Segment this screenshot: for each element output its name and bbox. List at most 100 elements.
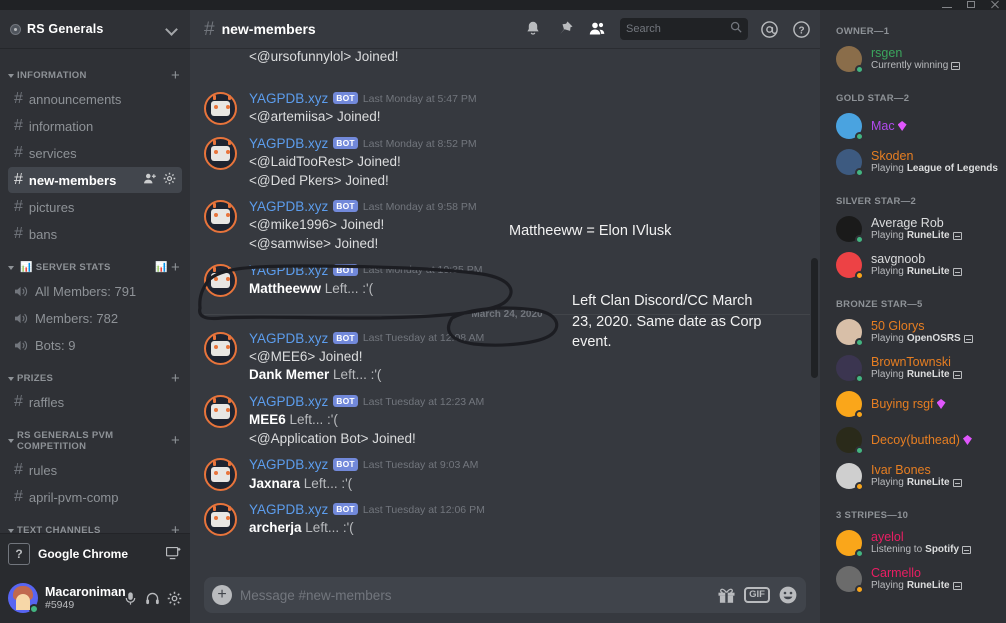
avatar[interactable] <box>836 566 864 594</box>
message-composer[interactable]: + GIF <box>204 577 806 613</box>
channel-category-information[interactable]: INFORMATION + <box>0 56 190 85</box>
sidebar-item-raffles[interactable]: # raffles <box>8 389 182 415</box>
member-row[interactable]: Average Rob Playing RuneLite <box>820 211 1006 247</box>
avatar[interactable] <box>836 319 864 347</box>
sidebar-item-announcements[interactable]: # announcements <box>8 86 182 112</box>
member-row[interactable]: BrownTownski Playing RuneLite <box>820 350 1006 386</box>
sidebar-item-information[interactable]: # information <box>8 113 182 139</box>
avatar[interactable] <box>836 391 864 419</box>
attach-icon[interactable]: + <box>212 585 232 605</box>
avatar[interactable] <box>836 46 864 74</box>
message-line: <@Application Bot> Joined! <box>249 430 416 446</box>
headphones-icon[interactable] <box>145 590 160 607</box>
avatar[interactable] <box>8 583 39 614</box>
channel-category-text-channels[interactable]: TEXT CHANNELS + <box>0 511 190 533</box>
member-row[interactable]: ayelol Listening to Spotify <box>820 525 1006 561</box>
member-row[interactable]: Buying rsgf <box>820 386 1006 422</box>
gif-button[interactable]: GIF <box>744 587 770 603</box>
gear-icon[interactable] <box>167 590 182 607</box>
add-channel-icon[interactable]: + <box>171 260 180 275</box>
server-header[interactable]: RS Generals <box>0 10 190 48</box>
avatar[interactable] <box>204 92 237 125</box>
create-invite-icon[interactable] <box>143 172 157 188</box>
message-author[interactable]: YAGPDB.xyz <box>249 199 328 215</box>
inbox-icon[interactable] <box>758 18 780 40</box>
message-avatar[interactable] <box>204 503 237 537</box>
message-author[interactable]: YAGPDB.xyz <box>249 331 328 347</box>
message-avatar[interactable] <box>204 263 237 297</box>
avatar[interactable] <box>204 136 237 170</box>
message-avatar[interactable] <box>204 92 237 125</box>
sidebar-item-services[interactable]: # services <box>8 140 182 166</box>
message-author[interactable]: YAGPDB.xyz <box>249 502 328 518</box>
avatar[interactable] <box>204 503 237 537</box>
member-row[interactable]: Skoden Playing League of Legends <box>820 144 1006 180</box>
avatar[interactable] <box>836 463 864 491</box>
emoji-icon[interactable] <box>778 585 798 605</box>
channel-category-rs-generals-pvm-competition[interactable]: RS GENERALS PVM COMPETITION + <box>0 416 190 456</box>
chat-scrollbar[interactable] <box>811 258 818 378</box>
avatar[interactable] <box>836 113 864 141</box>
message-avatar[interactable] <box>204 200 237 234</box>
bot-badge: BOT <box>333 92 358 105</box>
maximize-icon[interactable] <box>966 1 976 9</box>
avatar[interactable] <box>204 394 237 428</box>
member-row[interactable]: savgnoob Playing RuneLite <box>820 247 1006 283</box>
avatar[interactable] <box>204 200 237 234</box>
pin-icon[interactable] <box>554 18 576 40</box>
sidebar-item-bans[interactable]: # bans <box>8 221 182 247</box>
member-row[interactable]: 50 Glorys Playing OpenOSRS <box>820 314 1006 350</box>
search-input[interactable] <box>626 23 730 35</box>
member-row[interactable]: Ivar Bones Playing RuneLite <box>820 458 1006 494</box>
gift-icon[interactable] <box>717 587 736 604</box>
channel-category-prizes[interactable]: PRIZES + <box>0 359 190 388</box>
avatar[interactable] <box>204 263 237 297</box>
avatar[interactable] <box>836 149 864 177</box>
message-input[interactable] <box>240 587 710 603</box>
message-author[interactable]: YAGPDB.xyz <box>249 457 328 473</box>
message-avatar[interactable] <box>204 331 237 365</box>
sidebar-item-bots-9[interactable]: Bots: 9 <box>8 332 182 358</box>
message-avatar[interactable] <box>204 458 237 492</box>
sidebar-item-members-782[interactable]: Members: 782 <box>8 305 182 331</box>
help-icon[interactable]: ? <box>790 18 812 40</box>
sidebar-item-april-pvm-comp[interactable]: # april-pvm-comp <box>8 484 182 510</box>
message-avatar[interactable] <box>204 394 237 428</box>
screen-share-icon[interactable] <box>165 545 182 562</box>
add-channel-icon[interactable]: + <box>171 523 180 534</box>
avatar[interactable] <box>836 427 864 455</box>
sidebar-item-rules[interactable]: # rules <box>8 457 182 483</box>
search-box[interactable] <box>620 18 748 40</box>
sidebar-item-all-members-791[interactable]: All Members: 791 <box>8 278 182 304</box>
member-row[interactable]: rsgen Currently winning <box>820 41 1006 77</box>
channel-category-server-stats[interactable]: 📊 SERVER STATS 📊 + <box>0 248 190 277</box>
channel-settings-icon[interactable] <box>163 172 176 188</box>
nitro-gem-icon <box>936 399 946 409</box>
member-row[interactable]: Carmello Playing RuneLite <box>820 561 1006 597</box>
avatar[interactable] <box>204 331 237 365</box>
sidebar-item-pictures[interactable]: # pictures <box>8 194 182 220</box>
avatar[interactable] <box>836 530 864 558</box>
message-author[interactable]: YAGPDB.xyz <box>249 263 328 279</box>
message-author[interactable]: YAGPDB.xyz <box>249 136 328 152</box>
members-icon[interactable] <box>586 18 608 40</box>
microphone-icon[interactable] <box>123 590 138 607</box>
avatar[interactable] <box>204 458 237 492</box>
member-row[interactable]: Decoy(buthead) <box>820 422 1006 458</box>
add-channel-icon[interactable]: + <box>171 371 180 386</box>
sidebar-item-new-members[interactable]: # new-members <box>8 167 182 193</box>
add-channel-icon[interactable]: + <box>171 68 180 83</box>
message-body: YAGPDB.xyz BOT Last Tuesday at 9:03 AM Jaxn… <box>249 457 810 493</box>
minimize-icon[interactable] <box>942 1 952 9</box>
message-author[interactable]: YAGPDB.xyz <box>249 91 328 107</box>
avatar[interactable] <box>836 355 864 383</box>
add-channel-icon[interactable]: + <box>171 433 180 448</box>
member-row[interactable]: Mac <box>820 108 1006 144</box>
close-icon[interactable] <box>990 0 1000 9</box>
message-author[interactable]: YAGPDB.xyz <box>249 394 328 410</box>
message-avatar[interactable] <box>204 136 237 170</box>
chevron-down-icon[interactable] <box>166 23 178 35</box>
avatar[interactable] <box>836 216 864 244</box>
bell-icon[interactable] <box>522 18 544 40</box>
avatar[interactable] <box>836 252 864 280</box>
